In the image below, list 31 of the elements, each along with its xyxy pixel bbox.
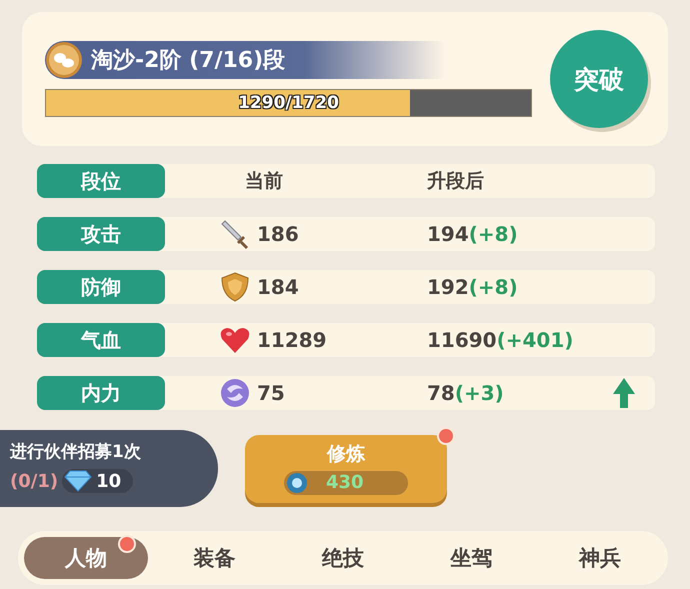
rank-title: 淘沙-2阶 (7/16)段	[91, 47, 286, 75]
tab[interactable]: 绝技	[280, 537, 406, 579]
stat-label: 段位	[37, 164, 165, 198]
current-value: 75	[257, 381, 285, 405]
diamond-icon	[64, 470, 92, 492]
current-value: 11289	[257, 328, 327, 352]
task-text: 进行伙伴招募1次	[10, 441, 142, 463]
progress-reading: 1290/1720	[238, 93, 339, 113]
column-heading: 当前	[245, 169, 283, 194]
tab[interactable]: 装备	[152, 537, 277, 579]
tab[interactable]: 人物	[24, 537, 148, 579]
current-value: 186	[257, 222, 299, 246]
sword-icon	[219, 218, 251, 250]
next-value: 192(+8)	[427, 275, 519, 299]
shield-icon	[219, 271, 251, 303]
tab[interactable]: 神兵	[538, 537, 662, 579]
next-value: 194(+8)	[427, 222, 519, 246]
stones-icon	[45, 41, 83, 79]
cost-amount: 430	[326, 472, 364, 493]
stat-label: 内力	[37, 376, 165, 410]
swirl-icon	[219, 377, 251, 409]
tab[interactable]: 坐驾	[409, 537, 534, 579]
stat-label: 攻击	[37, 217, 165, 251]
cost-amount: 10	[96, 470, 122, 492]
next-value: 78(+3)	[427, 381, 505, 405]
orb-icon	[286, 472, 308, 494]
next-value: 11690(+401)	[427, 328, 574, 352]
current-value: 184	[257, 275, 299, 299]
stat-label: 防御	[37, 270, 165, 304]
stat-label: 气血	[37, 323, 165, 357]
column-heading: 升段后	[427, 169, 484, 194]
